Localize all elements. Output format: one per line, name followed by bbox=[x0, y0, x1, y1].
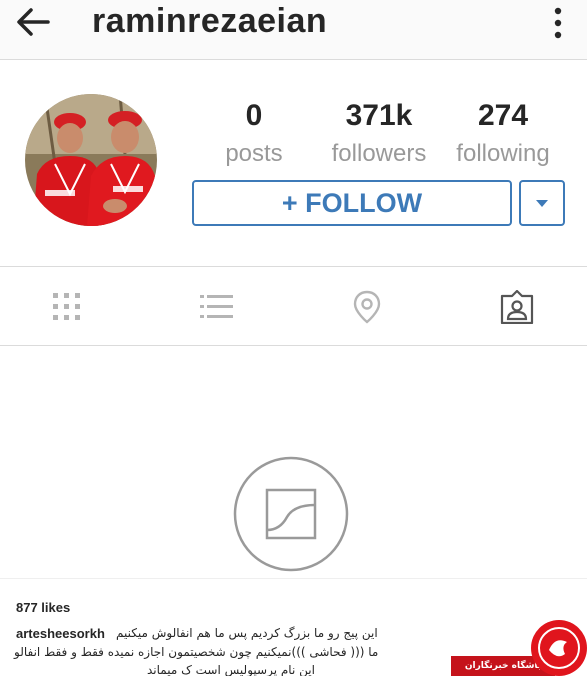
following-label: following bbox=[456, 140, 550, 167]
top-bar: raminrezaeian bbox=[0, 0, 587, 60]
caption-line-2: ما ((( فحاشی )))نمیکنیم چون شخصیتمون اجا… bbox=[14, 645, 379, 659]
posts-count: 0 bbox=[245, 99, 263, 132]
caret-down-icon bbox=[536, 199, 548, 207]
more-vertical-icon bbox=[554, 7, 562, 39]
back-button[interactable] bbox=[14, 4, 54, 40]
stat-followers[interactable]: 371k followers bbox=[324, 99, 434, 169]
caption-username[interactable]: artesheesorkh bbox=[16, 626, 105, 641]
following-count: 274 bbox=[477, 99, 529, 132]
posts-label: posts bbox=[225, 140, 283, 167]
caption-line-1: این پیج رو ما بزرگ کردیم پس ما هم انفالو… bbox=[116, 626, 378, 640]
tab-tagged-photos[interactable] bbox=[500, 289, 534, 325]
grid-icon bbox=[53, 293, 80, 320]
tagged-person-icon bbox=[500, 289, 534, 325]
list-icon bbox=[200, 295, 233, 318]
photo-placeholder-icon bbox=[233, 456, 349, 572]
profile-photo-image bbox=[25, 94, 157, 226]
watermark: باشگاه خبرنگاران bbox=[451, 620, 587, 676]
arrow-left-icon bbox=[17, 8, 50, 36]
profile-username: raminrezaeian bbox=[92, 2, 328, 40]
empty-tagged-area bbox=[0, 347, 587, 577]
more-options-button[interactable] bbox=[551, 6, 565, 40]
stat-following[interactable]: 274 following bbox=[448, 99, 558, 169]
followers-count: 371k bbox=[345, 99, 413, 132]
profile-header: 0 posts 371k followers 274 following + F… bbox=[0, 61, 587, 267]
stat-posts: 0 posts bbox=[214, 99, 294, 169]
news-agency-logo-icon bbox=[531, 620, 587, 676]
avatar[interactable] bbox=[25, 94, 157, 226]
tab-list-view[interactable] bbox=[199, 290, 233, 324]
location-pin-icon bbox=[353, 290, 381, 324]
tab-grid-view[interactable] bbox=[50, 290, 84, 324]
caption-line-3: این نام پرسپولیس است ک میماند bbox=[147, 663, 315, 676]
followers-label: followers bbox=[331, 140, 427, 167]
follow-button[interactable]: + FOLLOW bbox=[192, 180, 512, 226]
suggested-accounts-dropdown-button[interactable] bbox=[519, 180, 565, 226]
likes-count[interactable]: 877 likes bbox=[16, 600, 70, 615]
profile-tabs bbox=[0, 268, 587, 346]
tab-places[interactable] bbox=[350, 290, 384, 324]
